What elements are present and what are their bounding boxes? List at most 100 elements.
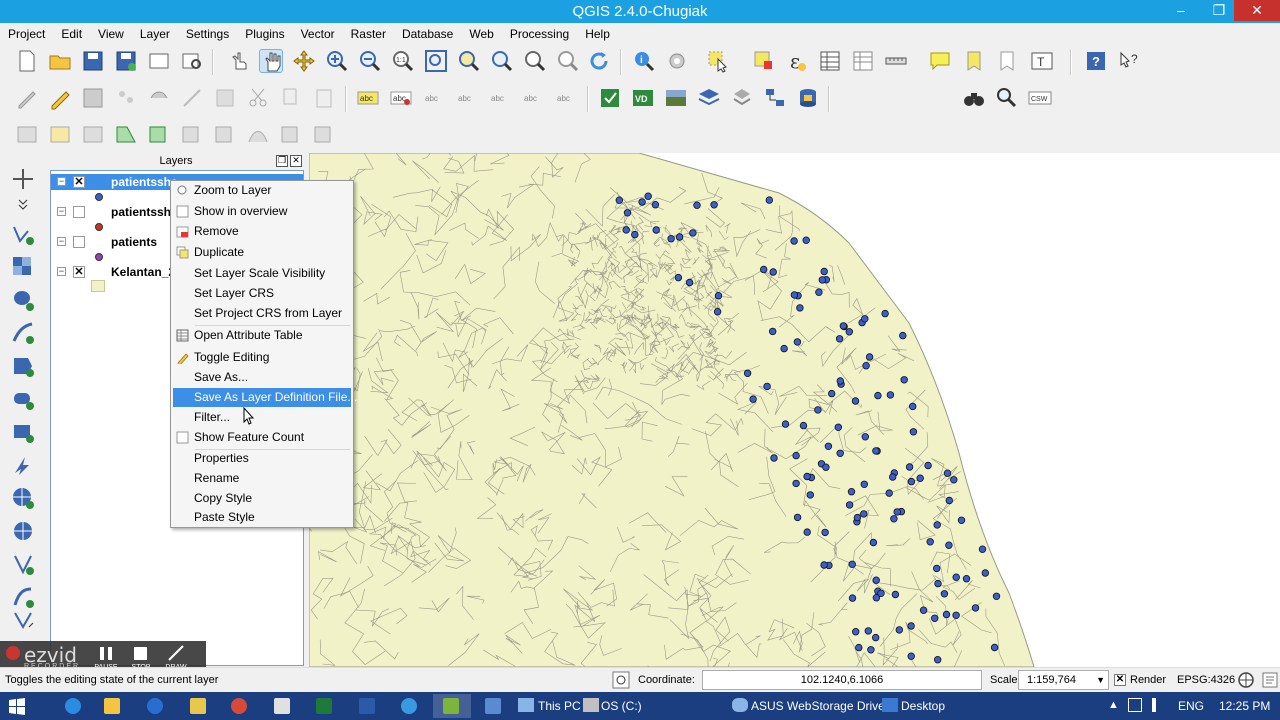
menu-item-remove[interactable]: Remove: [173, 222, 351, 241]
add-spatialite-layer-icon[interactable]: [11, 321, 35, 345]
cut-features-icon[interactable]: [246, 86, 270, 110]
menu-item-filter[interactable]: Filter...: [173, 408, 351, 427]
add-raster-layer-icon[interactable]: [11, 255, 35, 279]
menu-item-copy-style[interactable]: Copy Style: [173, 489, 351, 508]
menu-item-set-layer-scale-visibility[interactable]: Set Layer Scale Visibility: [173, 264, 351, 283]
add-vector-layer-icon[interactable]: [11, 222, 35, 246]
menu-plugins[interactable]: Plugins: [237, 23, 292, 43]
toggle-editing-icon[interactable]: [48, 86, 72, 110]
collapse-icon[interactable]: −: [57, 207, 66, 216]
save-edits-icon[interactable]: [81, 86, 105, 110]
zoom-next-icon[interactable]: [556, 49, 580, 73]
taskbar-app-icon[interactable]: [391, 694, 429, 718]
menu-settings[interactable]: Settings: [178, 23, 237, 43]
menu-item-duplicate[interactable]: Duplicate: [173, 243, 351, 262]
menu-item-toggle-editing[interactable]: Toggle Editing: [173, 348, 351, 367]
wfs-icon[interactable]: [730, 86, 754, 110]
highlight-pinned-icon[interactable]: abc: [422, 86, 446, 110]
map-tips-icon[interactable]: [928, 49, 952, 73]
delete-part-icon[interactable]: [213, 122, 237, 146]
csw-icon[interactable]: CSW: [1028, 86, 1052, 110]
taskbar-app-icon[interactable]: [180, 694, 218, 718]
new-print-composer-icon[interactable]: [147, 49, 171, 73]
menu-project[interactable]: Project: [0, 23, 53, 43]
taskbar-desktop-label[interactable]: Desktop: [901, 699, 945, 713]
add-delimited-text-icon[interactable]: [11, 607, 35, 631]
attribute-table-icon[interactable]: [818, 49, 842, 73]
taskbar-explorer-icon[interactable]: [94, 694, 132, 718]
menu-item-open-attribute-table[interactable]: Open Attribute Table: [173, 326, 351, 345]
windows-start-icon[interactable]: [8, 697, 26, 715]
add-mssql-layer-icon[interactable]: [11, 354, 35, 378]
search-metadata-icon[interactable]: [995, 86, 1019, 110]
menu-help[interactable]: Help: [577, 23, 618, 43]
add-db2-layer-icon[interactable]: [11, 420, 35, 444]
taskbar-ie-icon[interactable]: [55, 694, 93, 718]
raster-icon[interactable]: [664, 86, 688, 110]
pan-map-icon[interactable]: [259, 49, 283, 73]
menu-database[interactable]: Database: [394, 23, 461, 43]
statistics-icon[interactable]: [851, 49, 875, 73]
zoom-to-selection-icon[interactable]: [457, 49, 481, 73]
vd-icon[interactable]: VD: [631, 86, 655, 110]
zoom-in-icon[interactable]: [325, 49, 349, 73]
layer-visibility-checkbox[interactable]: ✕: [73, 176, 85, 188]
split-features-icon[interactable]: [312, 122, 336, 146]
menu-processing[interactable]: Processing: [502, 23, 577, 43]
change-label-icon[interactable]: abc: [554, 86, 578, 110]
taskbar-app-icon[interactable]: [264, 694, 302, 718]
collapse-icon[interactable]: −: [57, 267, 66, 276]
add-oracle-layer-icon[interactable]: [11, 387, 35, 411]
menu-item-paste-style[interactable]: Paste Style: [173, 508, 351, 527]
copy-features-icon[interactable]: [279, 86, 303, 110]
render-checkbox[interactable]: ✕: [1114, 674, 1126, 686]
composer-manager-icon[interactable]: [180, 49, 204, 73]
menu-item-save-as-layer-definition[interactable]: Save As Layer Definition File...: [173, 388, 357, 407]
menu-item-save-as[interactable]: Save As...: [173, 368, 351, 387]
add-part-icon[interactable]: [147, 122, 171, 146]
close-panel-icon[interactable]: ✕: [290, 155, 302, 167]
taskbar-drive-label[interactable]: This PC: [538, 699, 581, 713]
reshape-icon[interactable]: [246, 122, 270, 146]
map-canvas[interactable]: [309, 153, 1280, 667]
undo-icon[interactable]: [15, 122, 39, 146]
refresh-icon[interactable]: [587, 49, 611, 73]
offset-curve-icon[interactable]: [279, 122, 303, 146]
maximize-button[interactable]: ❐: [1202, 0, 1236, 21]
add-wcs-layer-icon[interactable]: [11, 486, 35, 510]
taskbar-app-icon[interactable]: [475, 694, 513, 718]
add-wms-layer-icon[interactable]: [11, 453, 35, 477]
add-feature-icon[interactable]: [114, 86, 138, 110]
move-handle-icon[interactable]: [11, 167, 35, 191]
layer-visibility-checkbox[interactable]: [73, 206, 85, 218]
collapse-icon[interactable]: −: [57, 237, 66, 246]
binoculars-icon[interactable]: [962, 86, 986, 110]
show-hide-labels-icon[interactable]: abc: [455, 86, 479, 110]
show-bookmarks-icon[interactable]: [995, 49, 1019, 73]
new-bookmark-icon[interactable]: [962, 49, 986, 73]
clock[interactable]: 12:25 PM: [1219, 699, 1270, 713]
menu-web[interactable]: Web: [461, 23, 501, 43]
taskbar-qgis-icon[interactable]: [433, 694, 471, 718]
save-project-icon[interactable]: [81, 49, 105, 73]
coordinate-toggle-icon[interactable]: [612, 671, 630, 689]
touch-zoom-icon[interactable]: [226, 49, 250, 73]
menu-item-show-in-overview[interactable]: Show in overview: [173, 202, 351, 221]
volume-icon[interactable]: [1152, 698, 1166, 712]
close-button[interactable]: ✕: [1234, 0, 1280, 21]
move-feature-icon[interactable]: [147, 86, 171, 110]
float-panel-icon[interactable]: ❐: [276, 155, 288, 167]
delete-ring-icon[interactable]: [180, 122, 204, 146]
chevron-down-icon[interactable]: [11, 192, 35, 210]
save-as-icon[interactable]: [114, 49, 138, 73]
whats-this-icon[interactable]: ?: [1117, 49, 1141, 73]
select-features-icon[interactable]: [706, 49, 730, 73]
help-icon[interactable]: ?: [1084, 49, 1108, 73]
wms-icon[interactable]: [697, 86, 721, 110]
open-project-icon[interactable]: [48, 49, 72, 73]
projection-globe-icon[interactable]: [1237, 671, 1255, 689]
new-project-icon[interactable]: [15, 49, 39, 73]
taskbar-chrome-icon[interactable]: [221, 694, 259, 718]
add-wfs-layer-icon[interactable]: [11, 519, 35, 543]
delete-selected-icon[interactable]: [213, 86, 237, 110]
